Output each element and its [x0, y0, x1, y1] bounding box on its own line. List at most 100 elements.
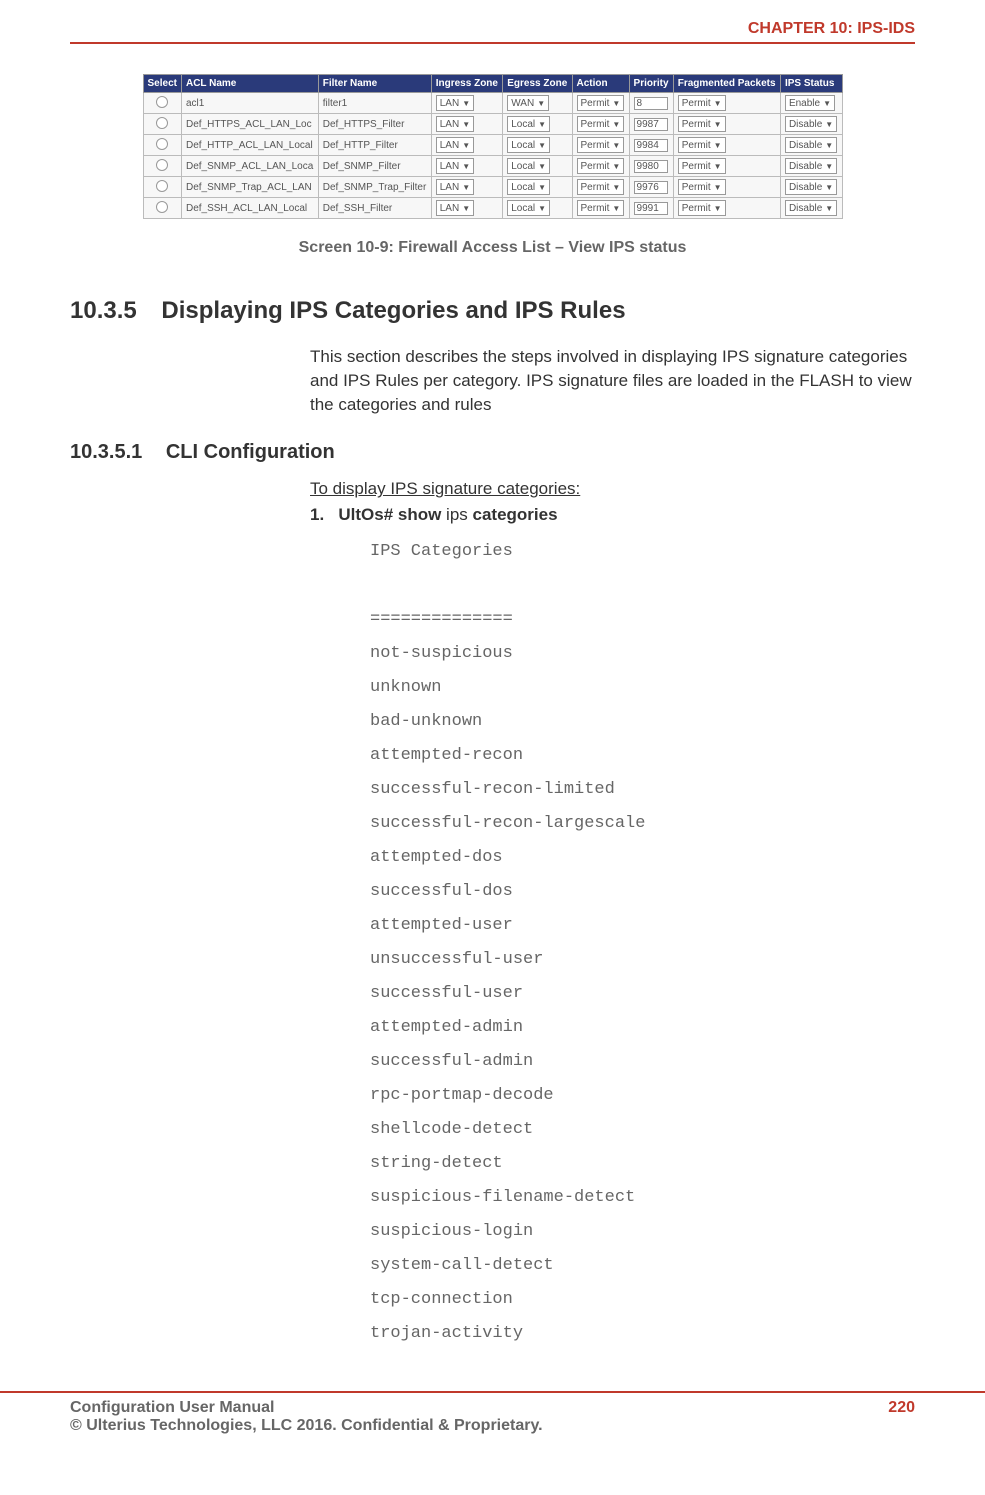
dropdown[interactable]: Local▼	[507, 116, 550, 132]
ips-status-cell: Disable▼	[780, 177, 842, 198]
code-line: suspicious-filename-detect	[370, 1181, 915, 1215]
select-cell[interactable]	[143, 156, 181, 177]
code-line: unknown	[370, 671, 915, 705]
acl-name-cell: Def_HTTP_ACL_LAN_Local	[181, 135, 318, 156]
dropdown[interactable]: Local▼	[507, 179, 550, 195]
radio-icon[interactable]	[156, 117, 168, 129]
select-cell[interactable]	[143, 177, 181, 198]
dropdown[interactable]: LAN▼	[436, 200, 474, 216]
select-cell[interactable]	[143, 135, 181, 156]
dropdown[interactable]: Local▼	[507, 137, 550, 153]
dropdown[interactable]: Permit▼	[678, 137, 726, 153]
screen-caption: Screen 10-9: Firewall Access List – View…	[70, 239, 915, 257]
section-title: Displaying IPS Categories and IPS Rules	[161, 297, 625, 324]
dropdown[interactable]: Permit▼	[577, 200, 625, 216]
dropdown[interactable]: LAN▼	[436, 137, 474, 153]
dropdown[interactable]: Enable▼	[785, 95, 835, 111]
radio-icon[interactable]	[156, 96, 168, 108]
acl-header-cell: Egress Zone	[503, 75, 572, 93]
cli-suffix: categories	[473, 505, 558, 524]
dropdown[interactable]: LAN▼	[436, 158, 474, 174]
dropdown[interactable]: Local▼	[507, 158, 550, 174]
radio-icon[interactable]	[156, 201, 168, 213]
chevron-down-icon: ▼	[462, 162, 470, 171]
priority-cell: 9987	[629, 114, 673, 135]
ingress-cell: LAN▼	[431, 177, 503, 198]
dropdown[interactable]: Permit▼	[577, 137, 625, 153]
table-row: acl1filter1LAN▼WAN▼Permit▼8Permit▼Enable…	[143, 93, 842, 114]
dropdown[interactable]: Permit▼	[577, 179, 625, 195]
code-line: tcp-connection	[370, 1283, 915, 1317]
egress-cell: Local▼	[503, 177, 572, 198]
select-cell[interactable]	[143, 93, 181, 114]
chevron-down-icon: ▼	[612, 120, 620, 129]
egress-cell: WAN▼	[503, 93, 572, 114]
chevron-down-icon: ▼	[714, 99, 722, 108]
radio-icon[interactable]	[156, 159, 168, 171]
table-row: Def_SNMP_ACL_LAN_LocaDef_SNMP_FilterLAN▼…	[143, 156, 842, 177]
frag-cell: Permit▼	[673, 93, 780, 114]
dropdown[interactable]: Local▼	[507, 200, 550, 216]
filter-name-cell: Def_SSH_Filter	[318, 198, 431, 219]
egress-cell: Local▼	[503, 156, 572, 177]
chevron-down-icon: ▼	[538, 141, 546, 150]
priority-cell: 9976	[629, 177, 673, 198]
dropdown[interactable]: Disable▼	[785, 116, 837, 132]
ingress-cell: LAN▼	[431, 156, 503, 177]
dropdown[interactable]: Disable▼	[785, 158, 837, 174]
frag-cell: Permit▼	[673, 114, 780, 135]
step-1: 1. UltOs# show ips categories	[310, 505, 915, 525]
chevron-down-icon: ▼	[823, 99, 831, 108]
egress-cell: Local▼	[503, 135, 572, 156]
footer-line1: Configuration User Manual	[70, 1399, 543, 1417]
ingress-cell: LAN▼	[431, 114, 503, 135]
dropdown[interactable]: Disable▼	[785, 179, 837, 195]
chevron-down-icon: ▼	[825, 183, 833, 192]
chevron-down-icon: ▼	[714, 183, 722, 192]
egress-cell: Local▼	[503, 114, 572, 135]
egress-cell: Local▼	[503, 198, 572, 219]
dropdown[interactable]: Disable▼	[785, 200, 837, 216]
table-row: Def_HTTP_ACL_LAN_LocalDef_HTTP_FilterLAN…	[143, 135, 842, 156]
dropdown[interactable]: Permit▼	[678, 116, 726, 132]
acl-name-cell: Def_SSH_ACL_LAN_Local	[181, 198, 318, 219]
chevron-down-icon: ▼	[612, 204, 620, 213]
chevron-down-icon: ▼	[537, 99, 545, 108]
dropdown[interactable]: Permit▼	[678, 158, 726, 174]
dropdown[interactable]: LAN▼	[436, 179, 474, 195]
select-cell[interactable]	[143, 114, 181, 135]
radio-icon[interactable]	[156, 180, 168, 192]
dropdown[interactable]: Disable▼	[785, 137, 837, 153]
select-cell[interactable]	[143, 198, 181, 219]
footer-line2: © Ulterius Technologies, LLC 2016. Confi…	[70, 1417, 543, 1435]
frag-cell: Permit▼	[673, 135, 780, 156]
chevron-down-icon: ▼	[612, 162, 620, 171]
dropdown[interactable]: Permit▼	[678, 179, 726, 195]
acl-header-cell: Ingress Zone	[431, 75, 503, 93]
radio-icon[interactable]	[156, 138, 168, 150]
dropdown[interactable]: Permit▼	[577, 158, 625, 174]
dropdown[interactable]: Permit▼	[678, 95, 726, 111]
dropdown[interactable]: LAN▼	[436, 116, 474, 132]
action-cell: Permit▼	[572, 177, 629, 198]
code-line: attempted-recon	[370, 739, 915, 773]
table-row: Def_HTTPS_ACL_LAN_LocDef_HTTPS_FilterLAN…	[143, 114, 842, 135]
action-cell: Permit▼	[572, 93, 629, 114]
section-heading: 10.3.5 Displaying IPS Categories and IPS…	[70, 297, 915, 325]
dropdown[interactable]: Permit▼	[577, 95, 625, 111]
chevron-down-icon: ▼	[714, 141, 722, 150]
code-line: system-call-detect	[370, 1249, 915, 1283]
ips-status-cell: Disable▼	[780, 156, 842, 177]
priority-value: 9980	[634, 160, 668, 173]
dropdown[interactable]: Permit▼	[577, 116, 625, 132]
chevron-down-icon: ▼	[825, 162, 833, 171]
chevron-down-icon: ▼	[714, 120, 722, 129]
code-line: successful-recon-largescale	[370, 807, 915, 841]
acl-table: SelectACL NameFilter NameIngress ZoneEgr…	[143, 74, 843, 219]
dropdown[interactable]: LAN▼	[436, 95, 474, 111]
dropdown[interactable]: Permit▼	[678, 200, 726, 216]
chevron-down-icon: ▼	[538, 162, 546, 171]
dropdown[interactable]: WAN▼	[507, 95, 549, 111]
filter-name-cell: Def_SNMP_Filter	[318, 156, 431, 177]
acl-name-cell: Def_HTTPS_ACL_LAN_Loc	[181, 114, 318, 135]
